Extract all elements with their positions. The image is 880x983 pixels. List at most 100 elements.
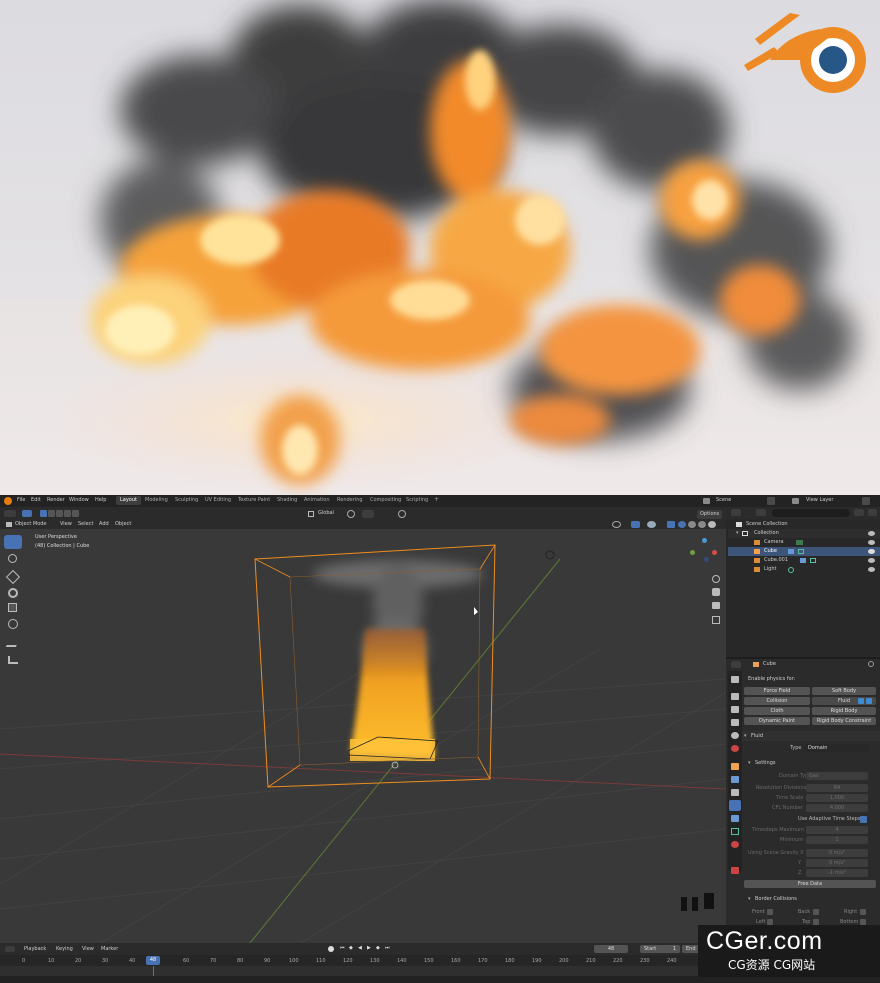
jump-start-icon[interactable]: ⏮ <box>340 946 345 951</box>
view-layer-name[interactable]: View Layer <box>806 498 833 503</box>
modifier-tab-icon[interactable] <box>731 776 739 783</box>
measure-tool-icon[interactable] <box>8 656 18 664</box>
visibility-eye-icon[interactable] <box>868 531 875 536</box>
soft-body-button[interactable]: Soft Body <box>812 687 876 695</box>
tab-compositing[interactable]: Compositing <box>370 498 401 503</box>
move-tool-icon[interactable] <box>5 569 21 585</box>
cloth-button[interactable]: Cloth <box>744 707 810 715</box>
settings-subpanel-header[interactable]: ▾ Settings <box>746 758 880 768</box>
fluid-panel-header[interactable]: ▾ Fluid <box>742 731 880 741</box>
adaptive-time-steps-checkbox[interactable] <box>860 816 867 823</box>
menu-edit[interactable]: Edit <box>31 498 41 503</box>
options-dropdown[interactable]: Options <box>697 510 723 519</box>
menu-keying[interactable]: Keying <box>56 947 73 952</box>
rigid-body-button[interactable]: Rigid Body <box>812 707 876 715</box>
output-tab-icon[interactable] <box>731 706 739 713</box>
visibility-eye-icon[interactable] <box>868 567 875 572</box>
camera-view-icon[interactable] <box>712 602 720 609</box>
blender-menu-icon[interactable] <box>4 497 12 505</box>
select-mode-new-icon[interactable] <box>40 510 47 517</box>
shading-wireframe-icon[interactable] <box>678 521 686 528</box>
visibility-eye-icon[interactable] <box>868 549 875 554</box>
tab-shading[interactable]: Shading <box>277 498 297 503</box>
render-tab-icon[interactable] <box>731 693 739 700</box>
play-reverse-icon[interactable]: ◀ <box>358 946 362 951</box>
free-data-button[interactable]: Free Data <box>744 880 876 888</box>
menu-object[interactable]: Object <box>115 522 131 527</box>
menu-select[interactable]: Select <box>78 522 93 527</box>
scene-browse-icon[interactable] <box>767 497 775 505</box>
outliner-row-cube[interactable]: Cube <box>728 547 880 556</box>
play-icon[interactable]: ▶ <box>367 946 371 951</box>
pan-hand-icon[interactable] <box>712 588 720 596</box>
3d-viewport[interactable]: User Perspective (48) Collection | Cube <box>0 529 726 943</box>
gizmo-icon[interactable] <box>631 521 640 528</box>
outliner-row-light[interactable]: Light <box>728 565 880 574</box>
proportional-edit-icon[interactable] <box>398 510 406 518</box>
tab-uv-editing[interactable]: UV Editing <box>205 498 231 503</box>
editor-type-icon[interactable] <box>4 510 16 517</box>
shading-solid-icon[interactable] <box>688 521 696 528</box>
next-key-icon[interactable]: ◆ <box>376 946 380 951</box>
fluid-camera-icon[interactable] <box>858 698 864 704</box>
scale-tool-icon[interactable] <box>8 603 17 612</box>
overlay-icon[interactable] <box>647 521 656 528</box>
rotate-tool-icon[interactable] <box>8 588 18 598</box>
border-back-checkbox[interactable] <box>813 909 819 915</box>
tab-modeling[interactable]: Modeling <box>145 498 168 503</box>
outliner-scene-collection[interactable]: Scene Collection <box>728 520 880 529</box>
select-mode-extend-icon[interactable] <box>48 510 55 517</box>
properties-editor-icon[interactable] <box>731 661 741 668</box>
visibility-eye-icon[interactable] <box>868 558 875 563</box>
outliner-editor-icon[interactable] <box>731 509 741 516</box>
ortho-toggle-icon[interactable] <box>712 616 720 624</box>
gizmo-y-axis-icon[interactable] <box>690 550 695 555</box>
texture-tab-icon[interactable] <box>731 867 739 874</box>
menu-playback[interactable]: Playback <box>24 947 46 952</box>
tab-scripting[interactable]: Scripting <box>406 498 428 503</box>
tab-sculpting[interactable]: Sculpting <box>175 498 198 503</box>
object-tab-icon[interactable] <box>731 763 739 770</box>
jump-end-icon[interactable]: ⏭ <box>385 946 390 951</box>
border-collisions-header[interactable]: ▾ Border Collisions <box>746 894 880 904</box>
menu-render[interactable]: Render <box>47 498 65 503</box>
shading-rendered-icon[interactable] <box>708 521 716 528</box>
menu-marker[interactable]: Marker <box>101 947 118 952</box>
border-front-checkbox[interactable] <box>767 909 773 915</box>
transform-tool-icon[interactable] <box>8 619 18 629</box>
scene-tab-icon[interactable] <box>731 732 739 739</box>
outliner-row-camera[interactable]: Camera <box>728 538 880 547</box>
tool-tab-icon[interactable] <box>731 676 739 683</box>
cursor-tool-icon[interactable] <box>8 554 17 563</box>
menu-window[interactable]: Window <box>69 498 89 503</box>
record-icon[interactable] <box>328 946 334 952</box>
dynamic-paint-button[interactable]: Dynamic Paint <box>744 717 810 725</box>
current-frame-field[interactable]: 48 <box>594 945 628 953</box>
gizmo-x-axis-icon[interactable] <box>712 550 717 555</box>
gizmo-z-axis-icon[interactable] <box>702 538 707 543</box>
timeline-editor-icon[interactable] <box>5 946 15 952</box>
tab-rendering[interactable]: Rendering <box>337 498 363 503</box>
expand-arrow-icon[interactable]: ▾ <box>736 531 739 536</box>
outliner-display-mode-icon[interactable] <box>756 509 766 516</box>
start-frame-field[interactable]: Start 1 <box>640 945 680 953</box>
menu-help[interactable]: Help <box>95 498 106 503</box>
select-tool-icon[interactable] <box>22 510 32 517</box>
select-mode-intersect-icon[interactable] <box>72 510 79 517</box>
view-layer-tab-icon[interactable] <box>731 719 739 726</box>
annotate-tool-icon[interactable] <box>5 639 21 647</box>
zoom-icon[interactable] <box>712 575 720 583</box>
data-tab-icon[interactable] <box>731 828 739 835</box>
fluid-type-dropdown[interactable]: Domain <box>805 744 869 752</box>
physics-tab-icon[interactable] <box>729 800 741 811</box>
prev-key-icon[interactable]: ◆ <box>349 946 353 951</box>
orientation-dropdown[interactable]: Global <box>318 511 334 516</box>
xray-icon[interactable] <box>667 521 675 528</box>
outliner-row-cube001[interactable]: Cube.001 <box>728 556 880 565</box>
menu-timeline-view[interactable]: View <box>82 947 94 952</box>
gizmo-neg-z-icon[interactable] <box>704 557 709 562</box>
tab-texture-paint[interactable]: Texture Paint <box>238 498 270 503</box>
menu-file[interactable]: File <box>17 498 25 503</box>
select-mode-invert-icon[interactable] <box>64 510 71 517</box>
outliner-new-collection-icon[interactable] <box>868 509 877 516</box>
